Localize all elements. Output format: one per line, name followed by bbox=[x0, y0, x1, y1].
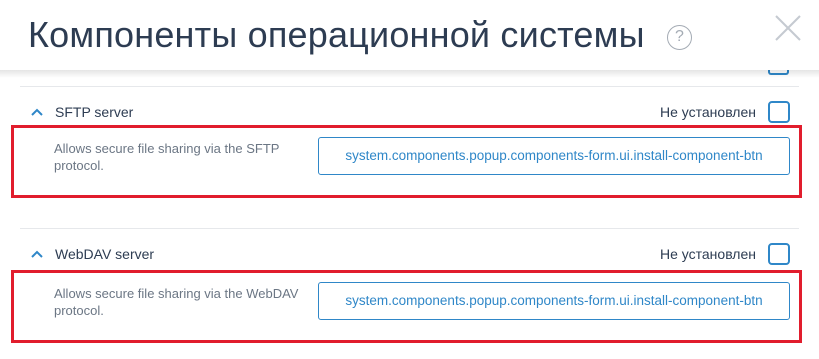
question-circle-icon[interactable]: ? bbox=[667, 25, 692, 50]
close-icon[interactable] bbox=[774, 14, 802, 42]
install-component-button[interactable]: system.components.popup.components-form.… bbox=[318, 137, 790, 175]
divider bbox=[20, 86, 799, 87]
component-status: Не установлен bbox=[660, 246, 756, 262]
install-checkbox[interactable] bbox=[768, 101, 790, 123]
component-name: SFTP server bbox=[55, 104, 134, 120]
component-details-sftp: Allows secure file sharing via the SFTP … bbox=[11, 125, 802, 198]
chevron-up-icon[interactable] bbox=[31, 249, 43, 259]
component-details-webdav: Allows secure file sharing via the WebDA… bbox=[11, 270, 802, 343]
chevron-up-icon[interactable] bbox=[31, 107, 43, 117]
install-checkbox[interactable] bbox=[768, 243, 790, 265]
popup-header: Компоненты операционной системы ? bbox=[0, 0, 819, 78]
divider bbox=[20, 228, 799, 229]
component-name: WebDAV server bbox=[55, 246, 155, 262]
component-description: Allows secure file sharing via the SFTP … bbox=[54, 141, 280, 173]
install-component-button[interactable]: system.components.popup.components-form.… bbox=[318, 282, 790, 320]
page-title: Компоненты операционной системы bbox=[28, 14, 645, 55]
component-row-webdav: WebDAV server Не установлен bbox=[0, 243, 819, 267]
component-description: Allows secure file sharing via the WebDA… bbox=[54, 286, 299, 318]
os-components-popup: Компоненты операционной системы ? SFTP s… bbox=[0, 0, 819, 359]
components-list: SFTP server Не установлен Allows secure … bbox=[0, 70, 819, 359]
component-status: Не установлен bbox=[660, 104, 756, 120]
component-row-sftp: SFTP server Не установлен bbox=[0, 101, 819, 125]
